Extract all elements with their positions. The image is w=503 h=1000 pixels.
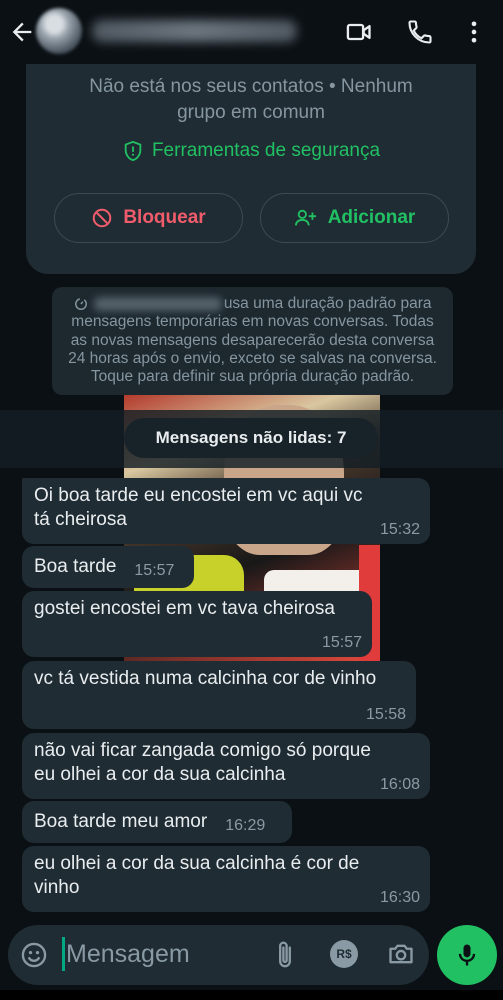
contact-name-redacted[interactable] [92,20,297,42]
message-bubble[interactable]: Boa tarde 15:57 [22,546,194,588]
not-in-contacts-text: Não está nos seus contatos • Nenhum grup… [26,74,476,126]
message-bubble[interactable]: vc tá vestida numa calcinha cor de vinho… [22,661,416,729]
message-text: vc tá vestida numa calcinha cor de vinho [34,668,377,689]
disappearing-messages-notice[interactable]: usa uma duração padrão para mensagens te… [52,287,453,395]
message-time: 15:57 [321,634,362,651]
add-contact-button[interactable]: Adicionar [260,193,449,243]
video-call-icon[interactable] [345,18,373,46]
camera-icon[interactable] [387,940,415,968]
message-text: eu olhei a cor da sua calcinha é cor de … [34,853,360,898]
message-bubble[interactable]: Oi boa tarde eu encostei em vc aqui vc t… [22,478,430,544]
phone-icon[interactable] [406,18,434,46]
message-time: 16:29 [225,817,266,834]
block-icon [93,208,112,228]
timer-icon [74,297,87,310]
add-person-icon [294,209,316,226]
add-label: Adicionar [327,207,416,228]
attachment-icon[interactable] [272,939,298,971]
chat-screen: Não está nos seus contatos • Nenhum grup… [0,0,503,1000]
not-in-contacts-line2: grupo em comum [177,102,325,123]
message-time: 15:58 [365,706,406,723]
message-bubble[interactable]: eu olhei a cor da sua calcinha é cor de … [22,846,430,912]
back-arrow-icon[interactable] [8,18,36,46]
text-caret [62,937,65,971]
message-text: Boa tarde meu amor [34,811,208,832]
shield-icon [124,140,142,162]
system-navigation-bar [0,990,503,1000]
safety-tools-link[interactable]: Ferramentas de segurança [26,140,476,162]
message-time: 15:57 [134,562,175,579]
message-bubble[interactable]: gostei encostei em vc tava cheirosa 15:5… [22,591,372,657]
message-bubble[interactable]: Boa tarde meu amor 16:29 [22,801,292,843]
notice-line5: Toque para definir sua própria duração p… [90,368,415,386]
unread-messages-divider: Mensagens não lidas: 7 [124,418,378,458]
redacted-contact-name [93,296,222,311]
microphone-icon [458,944,476,966]
block-label: Bloquear [123,207,206,228]
notice-line1: usa uma duração padrão para [62,295,443,313]
emoji-icon[interactable] [20,941,48,969]
message-time: 15:32 [379,521,420,538]
notice-line2: mensagens temporárias em novas conversas… [71,313,434,331]
more-vertical-icon[interactable] [460,18,488,46]
message-text: Boa tarde [34,556,117,577]
message-time: 16:30 [379,889,420,906]
chat-header [0,0,503,64]
message-input[interactable] [62,937,262,971]
message-text: gostei encostei em vc tava cheirosa [34,598,335,619]
message-bubble[interactable]: não vai ficar zangada comigo só porque e… [22,733,430,799]
voice-message-button[interactable] [437,925,497,985]
avatar[interactable] [36,8,82,54]
payment-icon[interactable]: R$ [330,940,358,968]
message-time: 16:08 [379,776,420,793]
notice-line3: as novas mensagens desaparecerão desta c… [70,331,435,349]
block-button[interactable]: Bloquear [54,193,243,243]
message-text: Oi boa tarde eu encostei em vc aqui vc t… [34,485,363,530]
notice-line4: 24 horas após o envio, exceto se salvas … [68,349,437,367]
notice-line1-text: usa uma duração padrão para [223,295,432,312]
safety-tools-label: Ferramentas de segurança [151,140,381,161]
not-in-contacts-line1: Não está nos seus contatos • Nenhum [89,76,413,97]
message-text: não vai ficar zangada comigo só porque e… [34,740,371,785]
